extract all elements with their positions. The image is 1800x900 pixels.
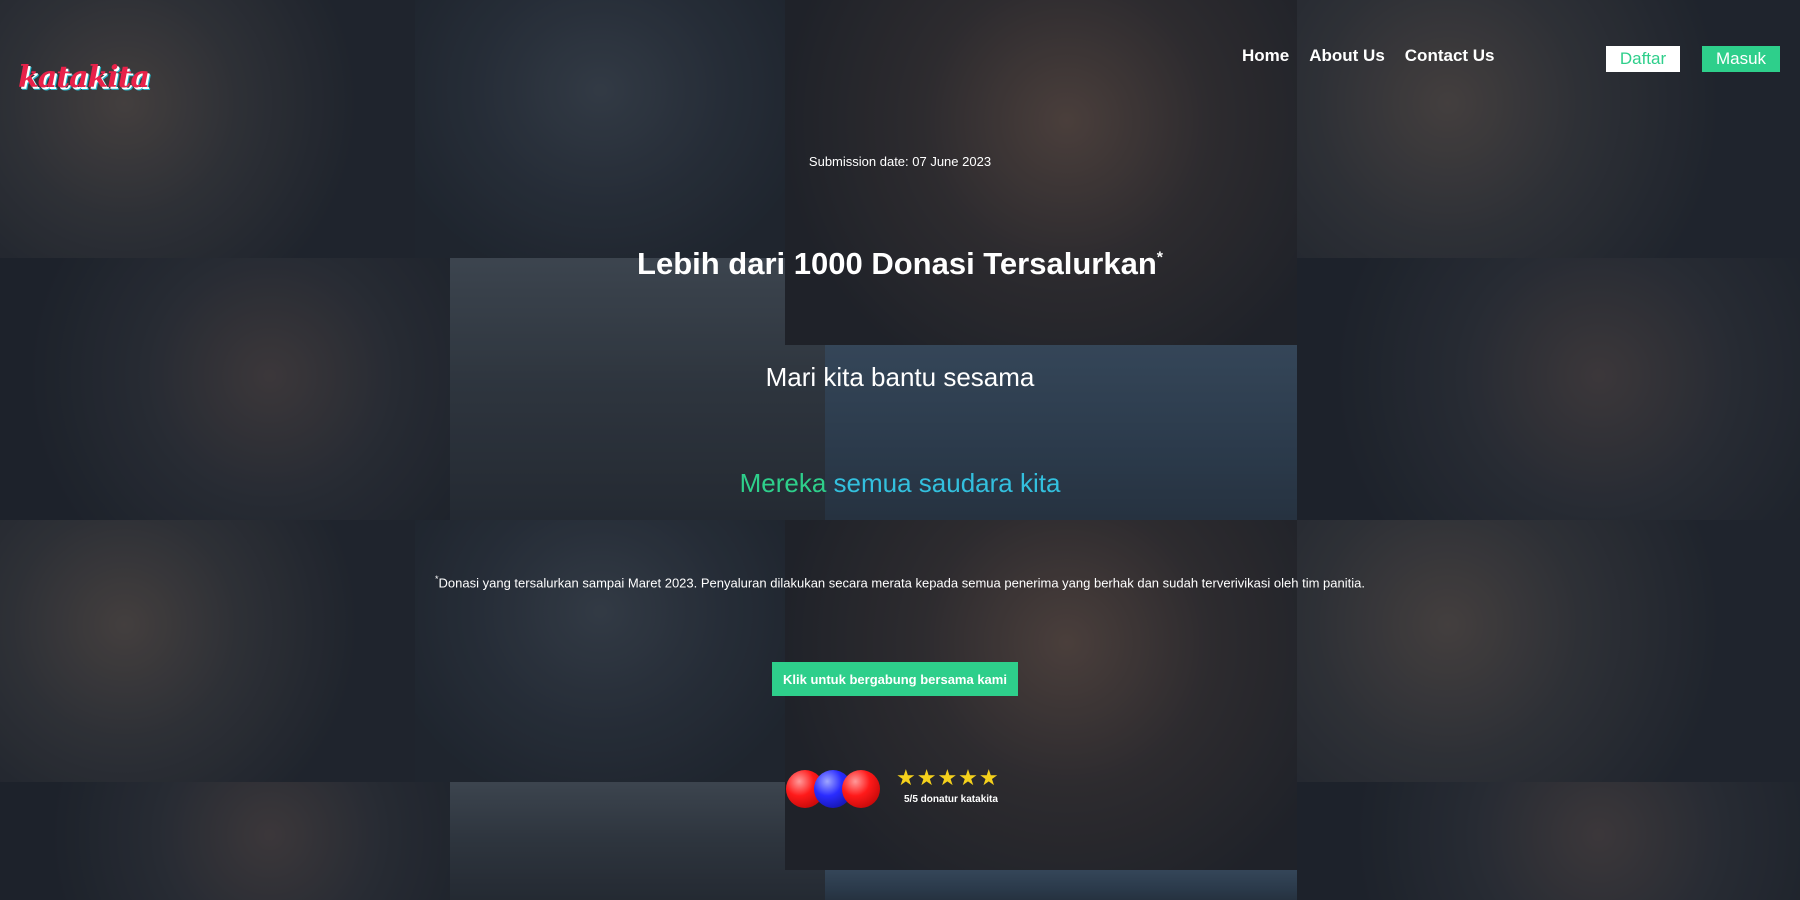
- footnote: *Donasi yang tersalurkan sampai Maret 20…: [0, 574, 1800, 590]
- donor-rating: ★★★★★ 5/5 donatur katakita: [786, 768, 1006, 812]
- nav-contact-us[interactable]: Contact Us: [1405, 46, 1495, 66]
- subheadline: Mari kita bantu sesama: [765, 362, 1035, 392]
- masuk-button[interactable]: Masuk: [1702, 46, 1780, 72]
- background-overlay: [0, 0, 1800, 900]
- tagline-part-1: Mereka: [739, 468, 827, 498]
- background-collage: [0, 0, 1800, 900]
- headline-footnote-mark: *: [1156, 249, 1163, 267]
- logo[interactable]: katakita: [18, 60, 150, 95]
- rating-text: 5/5 donatur katakita: [904, 794, 998, 805]
- page-title: Lebih dari 1000 Donasi Tersalurkan*: [0, 246, 1800, 282]
- nav-about-us[interactable]: About Us: [1309, 46, 1385, 66]
- submission-date: Submission date: 07 June 2023: [808, 154, 992, 169]
- join-cta-button[interactable]: Klik untuk bergabung bersama kami: [772, 662, 1018, 696]
- nav-home[interactable]: Home: [1242, 46, 1289, 66]
- footnote-text: Donasi yang tersalurkan sampai Maret 202…: [438, 575, 1365, 591]
- star-rating-icon: ★★★★★: [896, 766, 1000, 791]
- headline-text: Lebih dari 1000 Donasi Tersalurkan: [637, 246, 1157, 281]
- daftar-button[interactable]: Daftar: [1606, 46, 1680, 72]
- tagline-part-2: semua saudara kita: [833, 468, 1061, 498]
- donor-avatar: [842, 770, 880, 808]
- tagline: Mereka semua saudara kita: [0, 468, 1800, 499]
- main-nav: Home About Us Contact Us: [1242, 46, 1515, 66]
